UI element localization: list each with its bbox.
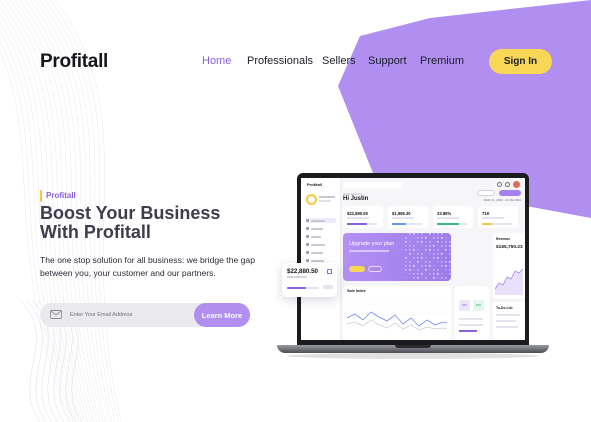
sales-title: Sale Index [347,289,366,293]
stat-value: 71K [482,211,490,216]
laptop-notch [395,345,431,348]
floating-balance-card: $22,880.50 [282,263,337,297]
hero-headline: Boost Your Business With Profitall [40,204,250,242]
revenue-value: $165,750.23 [496,245,523,250]
dashboard-pill [499,190,521,196]
sales-chart-card: Sale Index [343,286,451,340]
hero-tag: Profitall [40,190,76,202]
stat-value: $22,880.50 [347,211,368,216]
profile-ring [306,194,317,205]
dashboard-pill [477,190,495,196]
headline-line-2: With Profitall [40,222,151,242]
laptop-screen-bezel: Profitall Good Morning Hi Justin MAR 21,… [297,173,529,345]
nav-link-sellers[interactable]: Sellers [322,55,356,67]
upgrade-secondary-button [368,266,382,272]
email-signup-form: Learn More [40,303,250,327]
dashboard-date: MAR 21, 2022 - 24 FE 2022 [483,198,521,202]
revenue-title: Revenue [496,237,511,241]
dashboard-profile [306,194,337,206]
floating-balance-value: $22,880.50 [287,268,318,275]
stat-value: $1,996.30 [392,211,411,216]
upgrade-button [349,266,365,272]
floating-balance-sub [287,276,307,278]
dashboard-menu-item [306,242,336,247]
revenue-area-chart [495,268,523,295]
wallet-icon [327,269,332,274]
mini-stat: 560 [459,300,470,311]
stat-card: 71K [478,206,518,228]
dashboard-search [343,182,403,188]
headline-line-1: Boost Your Business [40,203,221,223]
revenue-card: Revenue $165,750.23 [493,233,525,299]
stat-card: $22,880.50 [343,206,383,228]
hero-description: The one stop solution for all business: … [40,255,255,278]
dashboard-screenshot: Profitall Good Morning Hi Justin MAR 21,… [301,178,525,340]
todo-title: To-Do List [496,306,513,310]
sales-line-chart [347,303,447,331]
brand-logo[interactable]: Profitall [40,51,108,73]
floating-progress-label [323,285,333,289]
dot-pattern [405,233,451,279]
dashboard-top-icons [491,181,521,189]
learn-more-button[interactable]: Learn More [194,303,250,327]
dashboard-sidebar: Profitall [301,178,341,340]
sign-in-button[interactable]: Sign In [489,49,552,74]
dashboard-main: Good Morning Hi Justin MAR 21, 2022 - 24… [343,178,525,340]
laptop-shadow [287,353,539,359]
nav-link-home[interactable]: Home [202,55,231,67]
mail-icon [50,310,62,319]
stat-value: 33.86% [437,211,452,216]
profile-line [319,196,335,198]
profile-line [319,200,331,202]
dashboard-logo: Profitall [307,182,322,187]
dashboard-menu-item [306,226,336,231]
nav-link-professionals[interactable]: Professionals [247,55,313,67]
mini-stats-card: 560 $2K [455,286,489,340]
dashboard-greeting: Hi Justin [343,196,369,202]
stat-card: 33.86% [433,206,473,228]
dashboard-menu-item [306,234,336,239]
upgrade-plan-card: Upgrade your plan [343,233,451,281]
upgrade-title: Upgrade your plan [349,241,395,247]
todo-card: To-Do List [493,302,525,340]
stat-card: $1,996.30 [388,206,428,228]
mini-stat: $2K [473,300,484,311]
nav-link-premium[interactable]: Premium [420,55,464,67]
floating-progress-bar [287,287,319,289]
nav-link-support[interactable]: Support [368,55,407,67]
email-input[interactable] [70,307,190,323]
dashboard-menu-item [306,250,336,255]
dashboard-menu-item [306,218,336,223]
